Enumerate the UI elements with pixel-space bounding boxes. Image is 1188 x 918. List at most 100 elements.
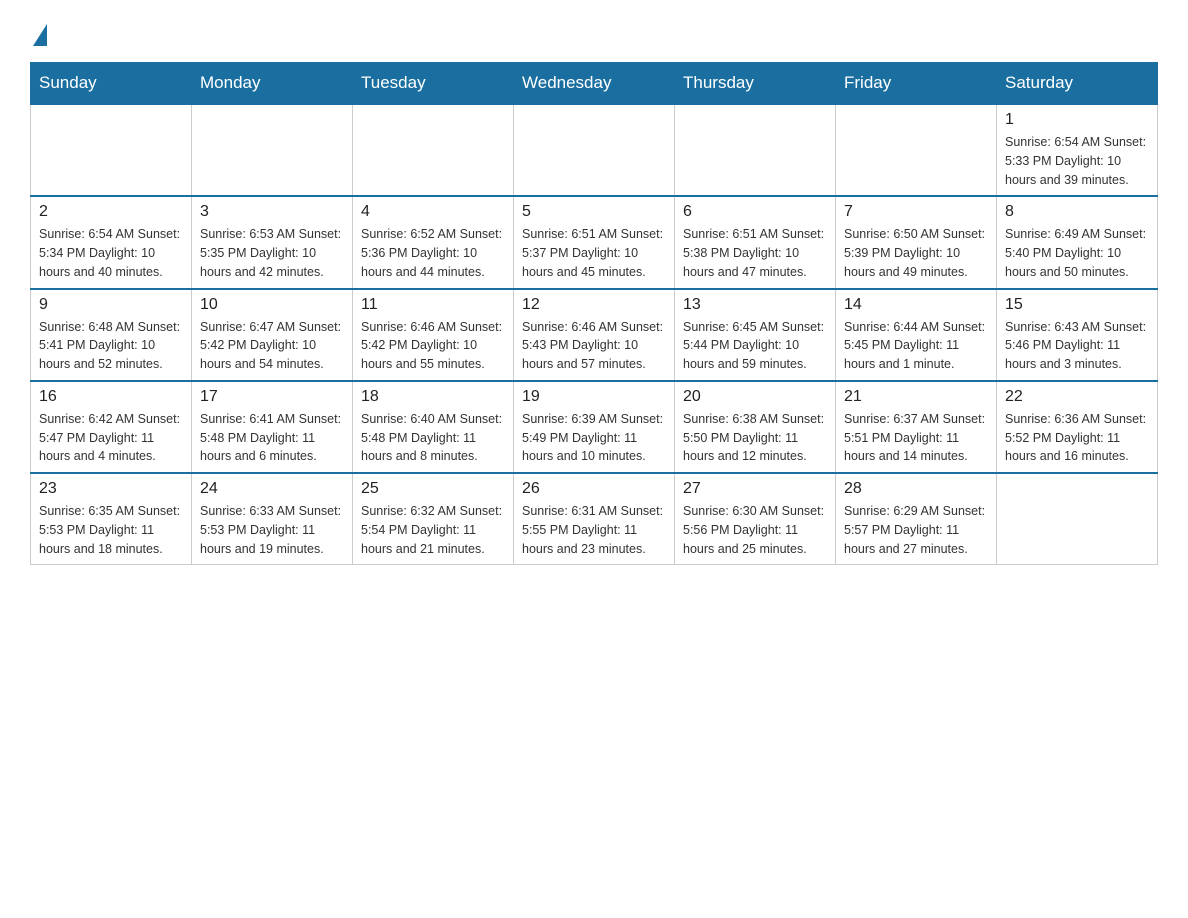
day-cell: 9 Sunrise: 6:48 AM Sunset: 5:41 PM Daylig… (31, 289, 192, 381)
day-number: 19 (522, 388, 666, 406)
day-info: Sunrise: 6:44 AM Sunset: 5:45 PM Dayligh… (844, 318, 988, 374)
day-number: 24 (200, 480, 344, 498)
day-info: Sunrise: 6:53 AM Sunset: 5:35 PM Dayligh… (200, 225, 344, 281)
day-number: 20 (683, 388, 827, 406)
day-info: Sunrise: 6:31 AM Sunset: 5:55 PM Dayligh… (522, 502, 666, 558)
day-cell: 22 Sunrise: 6:36 AM Sunset: 5:52 PM Dayli… (997, 381, 1158, 473)
day-number: 8 (1005, 203, 1149, 221)
week-row-2: 2 Sunrise: 6:54 AM Sunset: 5:34 PM Daylig… (31, 196, 1158, 288)
day-cell: 8 Sunrise: 6:49 AM Sunset: 5:40 PM Daylig… (997, 196, 1158, 288)
day-cell (353, 104, 514, 196)
logo-triangle-icon (33, 24, 47, 46)
day-number: 25 (361, 480, 505, 498)
column-header-tuesday: Tuesday (353, 63, 514, 105)
day-cell: 20 Sunrise: 6:38 AM Sunset: 5:50 PM Dayli… (675, 381, 836, 473)
day-info: Sunrise: 6:45 AM Sunset: 5:44 PM Dayligh… (683, 318, 827, 374)
day-info: Sunrise: 6:54 AM Sunset: 5:34 PM Dayligh… (39, 225, 183, 281)
week-row-5: 23 Sunrise: 6:35 AM Sunset: 5:53 PM Dayli… (31, 473, 1158, 565)
day-number: 1 (1005, 111, 1149, 129)
day-info: Sunrise: 6:37 AM Sunset: 5:51 PM Dayligh… (844, 410, 988, 466)
day-info: Sunrise: 6:52 AM Sunset: 5:36 PM Dayligh… (361, 225, 505, 281)
day-info: Sunrise: 6:50 AM Sunset: 5:39 PM Dayligh… (844, 225, 988, 281)
calendar-table: SundayMondayTuesdayWednesdayThursdayFrid… (30, 62, 1158, 565)
day-number: 2 (39, 203, 183, 221)
calendar-body: 1 Sunrise: 6:54 AM Sunset: 5:33 PM Daylig… (31, 104, 1158, 565)
logo (30, 20, 47, 44)
day-info: Sunrise: 6:51 AM Sunset: 5:37 PM Dayligh… (522, 225, 666, 281)
day-cell: 6Sunrise: 6:51 AM Sunset: 5:38 PM Daylig… (675, 196, 836, 288)
header-row: SundayMondayTuesdayWednesdayThursdayFrid… (31, 63, 1158, 105)
day-info: Sunrise: 6:47 AM Sunset: 5:42 PM Dayligh… (200, 318, 344, 374)
day-info: Sunrise: 6:42 AM Sunset: 5:47 PM Dayligh… (39, 410, 183, 466)
day-number: 16 (39, 388, 183, 406)
day-cell: 3 Sunrise: 6:53 AM Sunset: 5:35 PM Daylig… (192, 196, 353, 288)
day-info: Sunrise: 6:33 AM Sunset: 5:53 PM Dayligh… (200, 502, 344, 558)
day-info: Sunrise: 6:29 AM Sunset: 5:57 PM Dayligh… (844, 502, 988, 558)
day-cell: 23 Sunrise: 6:35 AM Sunset: 5:53 PM Dayli… (31, 473, 192, 565)
day-cell: 7 Sunrise: 6:50 AM Sunset: 5:39 PM Daylig… (836, 196, 997, 288)
day-cell: 11 Sunrise: 6:46 AM Sunset: 5:42 PM Dayli… (353, 289, 514, 381)
page-header (30, 20, 1158, 44)
day-cell: 16 Sunrise: 6:42 AM Sunset: 5:47 PM Dayli… (31, 381, 192, 473)
week-row-3: 9 Sunrise: 6:48 AM Sunset: 5:41 PM Daylig… (31, 289, 1158, 381)
day-number: 4 (361, 203, 505, 221)
week-row-1: 1 Sunrise: 6:54 AM Sunset: 5:33 PM Daylig… (31, 104, 1158, 196)
day-cell: 25 Sunrise: 6:32 AM Sunset: 5:54 PM Dayli… (353, 473, 514, 565)
day-number: 22 (1005, 388, 1149, 406)
calendar-header: SundayMondayTuesdayWednesdayThursdayFrid… (31, 63, 1158, 105)
day-info: Sunrise: 6:39 AM Sunset: 5:49 PM Dayligh… (522, 410, 666, 466)
day-number: 7 (844, 203, 988, 221)
day-cell: 13 Sunrise: 6:45 AM Sunset: 5:44 PM Dayli… (675, 289, 836, 381)
day-cell: 5Sunrise: 6:51 AM Sunset: 5:37 PM Daylig… (514, 196, 675, 288)
day-cell: 28 Sunrise: 6:29 AM Sunset: 5:57 PM Dayli… (836, 473, 997, 565)
day-cell: 24 Sunrise: 6:33 AM Sunset: 5:53 PM Dayli… (192, 473, 353, 565)
day-info: Sunrise: 6:41 AM Sunset: 5:48 PM Dayligh… (200, 410, 344, 466)
day-number: 14 (844, 296, 988, 314)
day-cell (997, 473, 1158, 565)
day-info: Sunrise: 6:40 AM Sunset: 5:48 PM Dayligh… (361, 410, 505, 466)
column-header-monday: Monday (192, 63, 353, 105)
day-info: Sunrise: 6:36 AM Sunset: 5:52 PM Dayligh… (1005, 410, 1149, 466)
day-cell: 2 Sunrise: 6:54 AM Sunset: 5:34 PM Daylig… (31, 196, 192, 288)
day-cell: 19 Sunrise: 6:39 AM Sunset: 5:49 PM Dayli… (514, 381, 675, 473)
day-number: 18 (361, 388, 505, 406)
day-cell: 15 Sunrise: 6:43 AM Sunset: 5:46 PM Dayli… (997, 289, 1158, 381)
day-number: 17 (200, 388, 344, 406)
day-number: 15 (1005, 296, 1149, 314)
day-info: Sunrise: 6:38 AM Sunset: 5:50 PM Dayligh… (683, 410, 827, 466)
day-number: 13 (683, 296, 827, 314)
column-header-saturday: Saturday (997, 63, 1158, 105)
day-cell: 10Sunrise: 6:47 AM Sunset: 5:42 PM Dayli… (192, 289, 353, 381)
day-info: Sunrise: 6:43 AM Sunset: 5:46 PM Dayligh… (1005, 318, 1149, 374)
day-number: 26 (522, 480, 666, 498)
day-info: Sunrise: 6:35 AM Sunset: 5:53 PM Dayligh… (39, 502, 183, 558)
day-info: Sunrise: 6:46 AM Sunset: 5:42 PM Dayligh… (361, 318, 505, 374)
day-cell: 17 Sunrise: 6:41 AM Sunset: 5:48 PM Dayli… (192, 381, 353, 473)
day-info: Sunrise: 6:54 AM Sunset: 5:33 PM Dayligh… (1005, 133, 1149, 189)
day-cell (192, 104, 353, 196)
day-number: 6 (683, 203, 827, 221)
day-info: Sunrise: 6:32 AM Sunset: 5:54 PM Dayligh… (361, 502, 505, 558)
day-cell: 4 Sunrise: 6:52 AM Sunset: 5:36 PM Daylig… (353, 196, 514, 288)
day-cell (836, 104, 997, 196)
day-info: Sunrise: 6:49 AM Sunset: 5:40 PM Dayligh… (1005, 225, 1149, 281)
day-info: Sunrise: 6:48 AM Sunset: 5:41 PM Dayligh… (39, 318, 183, 374)
week-row-4: 16 Sunrise: 6:42 AM Sunset: 5:47 PM Dayli… (31, 381, 1158, 473)
column-header-wednesday: Wednesday (514, 63, 675, 105)
day-cell: 27Sunrise: 6:30 AM Sunset: 5:56 PM Dayli… (675, 473, 836, 565)
day-number: 28 (844, 480, 988, 498)
day-cell: 26 Sunrise: 6:31 AM Sunset: 5:55 PM Dayli… (514, 473, 675, 565)
day-info: Sunrise: 6:46 AM Sunset: 5:43 PM Dayligh… (522, 318, 666, 374)
day-cell: 21 Sunrise: 6:37 AM Sunset: 5:51 PM Dayli… (836, 381, 997, 473)
day-number: 21 (844, 388, 988, 406)
day-info: Sunrise: 6:30 AM Sunset: 5:56 PM Dayligh… (683, 502, 827, 558)
column-header-friday: Friday (836, 63, 997, 105)
day-number: 11 (361, 296, 505, 314)
day-number: 23 (39, 480, 183, 498)
day-cell: 12Sunrise: 6:46 AM Sunset: 5:43 PM Dayli… (514, 289, 675, 381)
day-number: 9 (39, 296, 183, 314)
day-cell (514, 104, 675, 196)
day-number: 3 (200, 203, 344, 221)
day-cell: 1 Sunrise: 6:54 AM Sunset: 5:33 PM Daylig… (997, 104, 1158, 196)
column-header-thursday: Thursday (675, 63, 836, 105)
